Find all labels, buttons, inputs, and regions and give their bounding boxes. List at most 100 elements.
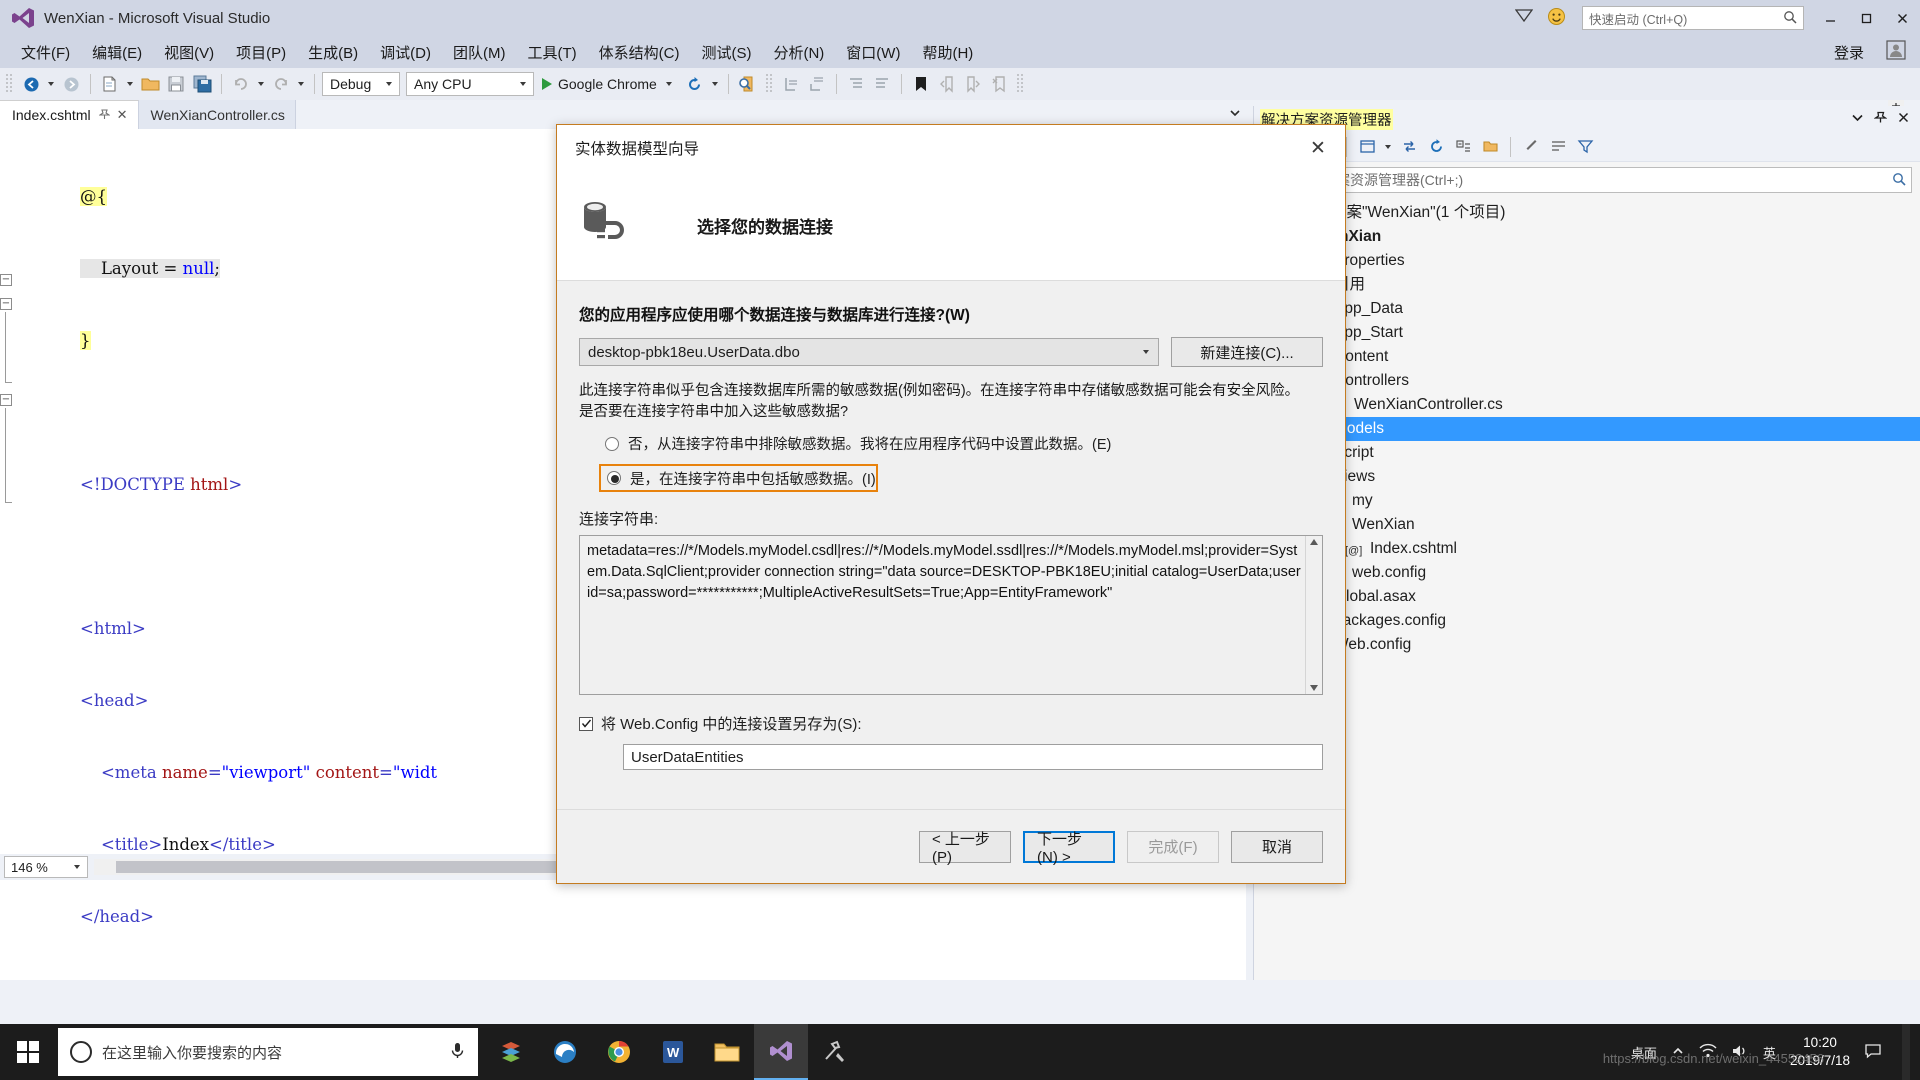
tree-node-solution[interactable]: 解决方案"WenXian"(1 个项目) (1254, 201, 1920, 225)
tree-node-references[interactable]: 引用 (1254, 273, 1920, 297)
uncomment-icon[interactable] (805, 72, 829, 96)
find-in-files-icon[interactable] (736, 72, 760, 96)
chrome-icon[interactable] (592, 1024, 646, 1080)
fold-toggle-html[interactable]: − (0, 274, 12, 286)
show-desktop-button[interactable] (1902, 1024, 1910, 1080)
menu-item-team[interactable]: 团队(M) (442, 38, 517, 67)
new-connection-button[interactable]: 新建连接(C)... (1171, 337, 1323, 367)
new-item-icon[interactable] (98, 72, 122, 96)
microphone-icon[interactable] (449, 1041, 466, 1064)
comment-icon[interactable] (779, 72, 803, 96)
zoom-level-select[interactable]: 146 % (4, 856, 88, 878)
maximize-button[interactable] (1848, 0, 1884, 36)
redo-dropdown-icon[interactable] (298, 82, 304, 86)
tree-node-views[interactable]: Views (1254, 465, 1920, 489)
sql-tool-icon[interactable] (808, 1024, 862, 1080)
toolbar-grip[interactable] (6, 74, 14, 94)
radio-button-selected[interactable] (607, 471, 621, 485)
fold-toggle-body[interactable]: − (0, 394, 12, 406)
previous-button[interactable]: < 上一步(P) (919, 830, 1011, 866)
radio-exclude-sensitive-data[interactable]: 否，从连接字符串中排除敏感数据。我将在应用程序代码中设置此数据。(E) (579, 433, 1323, 454)
notifications-icon[interactable] (1864, 1043, 1882, 1062)
menu-item-build[interactable]: 生成(B) (297, 38, 369, 67)
tree-node-global-asax[interactable]: Global.asax (1254, 585, 1920, 609)
save-connection-checkbox-row[interactable]: 将 Web.Config 中的连接设置另存为(S): (579, 713, 1323, 734)
radio-include-sensitive-data[interactable]: 是，在连接字符串中包括敏感数据。(I) (599, 464, 878, 492)
save-connection-checkbox[interactable] (579, 716, 593, 731)
next-button[interactable]: 下一步(N) > (1023, 830, 1115, 866)
menu-item-tools[interactable]: 工具(T) (516, 38, 587, 67)
collapse-all-icon[interactable] (1451, 136, 1475, 158)
bookmark-icon[interactable] (909, 72, 933, 96)
pin-icon[interactable] (1873, 111, 1888, 128)
quick-launch-box[interactable]: 快速启动 (Ctrl+Q) (1582, 6, 1804, 30)
task-view-icon[interactable] (484, 1024, 538, 1080)
tree-node-properties[interactable]: Properties (1254, 249, 1920, 273)
refresh-dropdown-icon[interactable] (711, 82, 718, 86)
close-icon[interactable]: ✕ (117, 107, 128, 123)
next-bookmark-icon[interactable] (961, 72, 985, 96)
tree-node-wenxian-project[interactable]: WenXian (1254, 225, 1920, 249)
data-connection-select[interactable]: desktop-pbk18eu.UserData.dbo (579, 338, 1159, 366)
radio-button[interactable] (605, 436, 619, 451)
close-button[interactable] (1884, 0, 1920, 36)
tree-node-app-data[interactable]: App_Data (1254, 297, 1920, 321)
fold-toggle-head[interactable]: − (0, 298, 12, 310)
tab-index-cshtml[interactable]: Index.cshtml ✕ (0, 100, 139, 129)
tree-node-models[interactable]: Models (1254, 417, 1920, 441)
chevron-down-icon[interactable] (1228, 106, 1242, 124)
close-icon[interactable] (1897, 111, 1910, 128)
pending-changes-filter-icon[interactable] (1573, 136, 1597, 158)
edge-icon[interactable] (538, 1024, 592, 1080)
solution-explorer-search-input[interactable]: 搜索解决方案资源管理器(Ctrl+;) (1260, 167, 1912, 193)
taskbar-search-input[interactable]: 在这里输入你要搜索的内容 (58, 1028, 478, 1076)
menu-item-window[interactable]: 窗口(W) (835, 38, 911, 67)
navigate-back-dropdown-icon[interactable] (48, 82, 54, 86)
signin-button[interactable]: 登录 (1834, 42, 1864, 63)
connection-string-scrollbar[interactable] (1305, 536, 1322, 694)
toolbar-overflow-grip-2[interactable] (1016, 74, 1025, 94)
menu-item-edit[interactable]: 编辑(E) (81, 38, 153, 67)
menu-item-debug[interactable]: 调试(D) (369, 38, 442, 67)
visual-studio-icon[interactable] (754, 1024, 808, 1080)
chevron-down-icon[interactable] (1851, 111, 1864, 128)
indent-icon[interactable] (870, 72, 894, 96)
menu-item-view[interactable]: 视图(V) (153, 38, 225, 67)
menu-item-analyze[interactable]: 分析(N) (762, 38, 835, 67)
entities-name-input[interactable]: UserDataEntities (623, 744, 1323, 770)
open-file-icon[interactable] (138, 72, 162, 96)
scroll-down-icon[interactable] (1310, 685, 1318, 691)
pin-icon[interactable] (97, 107, 111, 123)
menu-item-architecture[interactable]: 体系结构(C) (588, 38, 691, 67)
account-icon[interactable] (1886, 40, 1906, 64)
tree-node-web-config-views[interactable]: web.config (1254, 561, 1920, 585)
scroll-up-icon[interactable] (1310, 539, 1318, 545)
show-all-files-icon[interactable] (1478, 136, 1502, 158)
menu-item-file[interactable]: 文件(F) (10, 38, 81, 67)
tree-node-my[interactable]: my (1254, 489, 1920, 513)
properties-icon[interactable] (1519, 136, 1543, 158)
chevron-down-icon[interactable] (1385, 144, 1391, 149)
preview-selected-items-icon[interactable] (1546, 136, 1570, 158)
solution-platform-select[interactable]: Any CPU (406, 72, 534, 96)
refresh-icon[interactable] (1424, 136, 1448, 158)
clear-bookmarks-icon[interactable] (987, 72, 1011, 96)
word-icon[interactable]: W (646, 1024, 700, 1080)
start-debug-button[interactable]: Google Chrome (536, 72, 681, 96)
tree-node-controllers[interactable]: Controllers (1254, 369, 1920, 393)
previous-bookmark-icon[interactable] (935, 72, 959, 96)
navigate-forward-icon[interactable] (59, 72, 83, 96)
save-all-icon[interactable] (190, 72, 214, 96)
tree-node-app-start[interactable]: App_Start (1254, 321, 1920, 345)
smiley-icon[interactable] (1547, 7, 1566, 30)
tree-node-wenxiancontroller-cs[interactable]: C WenXianController.cs (1254, 393, 1920, 417)
switch-views-icon[interactable] (1355, 136, 1379, 158)
dialog-close-button[interactable]: ✕ (1301, 131, 1335, 165)
file-explorer-icon[interactable] (700, 1024, 754, 1080)
undo-dropdown-icon[interactable] (258, 82, 264, 86)
outdent-icon[interactable] (844, 72, 868, 96)
tree-node-content[interactable]: Content (1254, 345, 1920, 369)
refresh-icon[interactable] (683, 72, 707, 96)
tab-wenxiancontroller-cs[interactable]: WenXianController.cs (138, 100, 296, 129)
minimize-button[interactable] (1812, 0, 1848, 36)
